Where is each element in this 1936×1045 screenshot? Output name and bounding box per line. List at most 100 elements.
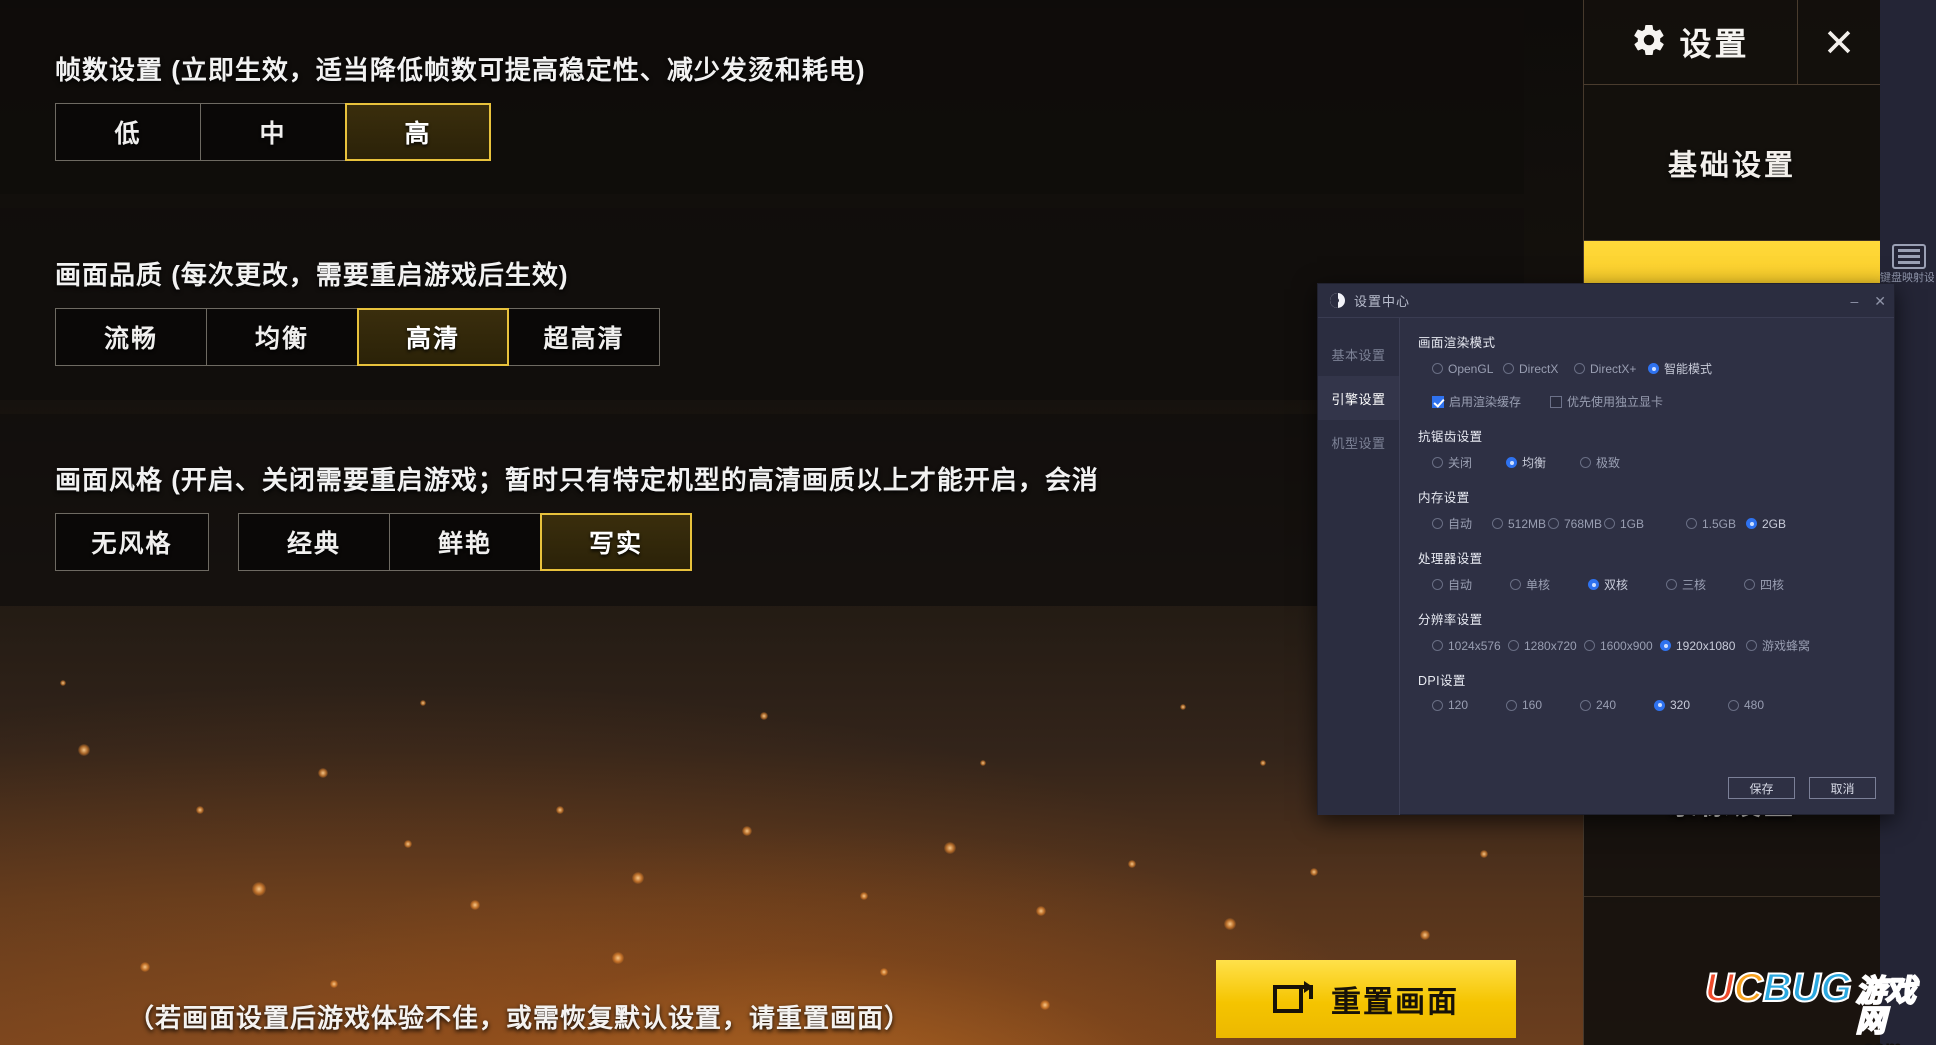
framerate-option-low[interactable]: 低 <box>55 103 201 161</box>
dpi-120[interactable]: 120 <box>1432 698 1506 712</box>
radio-dot <box>1744 579 1755 590</box>
radio-dot <box>1746 640 1757 651</box>
resolution-1024x576[interactable]: 1024x576 <box>1432 637 1508 654</box>
dialog-titlebar[interactable]: 设置中心 – ✕ <box>1318 284 1894 318</box>
quality-section: 画面品质 (每次更改，需要重启游戏后生效) 流畅 均衡 高清 超高清 <box>0 255 1524 366</box>
dialog-nav-device[interactable]: 机型设置 <box>1318 420 1399 464</box>
minimize-icon[interactable]: – <box>1850 294 1858 308</box>
option-label: DirectX <box>1519 361 1559 376</box>
style-option-none[interactable]: 无风格 <box>55 513 209 571</box>
antialias-group: 抗锯齿设置 关闭 均衡 极致 <box>1418 426 1878 471</box>
dpi-480[interactable]: 480 <box>1728 698 1788 712</box>
quality-option-uhd[interactable]: 超高清 <box>508 308 660 366</box>
memory-group: 内存设置 自动 512MB 768MB 1GB 1.5GB 2GB <box>1418 487 1878 532</box>
framerate-section-title: 帧数设置 (立即生效，适当降低帧数可提高稳定性、减少发烫和耗电) <box>55 55 866 85</box>
option-label: 优先使用独立显卡 <box>1567 395 1664 409</box>
cpu-title: 处理器设置 <box>1418 552 1483 566</box>
antialias-off[interactable]: 关闭 <box>1432 454 1506 471</box>
option-label: OpenGL <box>1448 361 1494 376</box>
option-label: 均衡 <box>1522 456 1547 470</box>
style-option-vivid[interactable]: 鲜艳 <box>389 513 541 571</box>
radio-dot <box>1588 579 1599 590</box>
radio-dot <box>1660 640 1671 651</box>
cpu-quad[interactable]: 四核 <box>1744 576 1804 593</box>
option-label: DirectX+ <box>1590 361 1637 376</box>
sidebar-item-basic[interactable]: 基础设置 <box>1584 85 1880 241</box>
resolution-1600x900[interactable]: 1600x900 <box>1584 637 1660 654</box>
reset-screen-label: 重置画面 <box>1331 986 1459 1019</box>
render-mode-smart[interactable]: 智能模式 <box>1648 360 1728 377</box>
dpi-240[interactable]: 240 <box>1580 698 1654 712</box>
render-mode-opengl[interactable]: OpenGL <box>1432 360 1503 377</box>
dialog-body: 基本设置 引擎设置 机型设置 画面渲染模式 OpenGL DirectX Dir… <box>1318 318 1894 815</box>
resolution-1280x720[interactable]: 1280x720 <box>1508 637 1584 654</box>
memory-title: 内存设置 <box>1418 491 1470 505</box>
quality-option-hd[interactable]: 高清 <box>357 308 509 366</box>
framerate-option-high[interactable]: 高 <box>345 103 491 161</box>
option-label: 768MB <box>1564 516 1603 531</box>
framerate-option-medium[interactable]: 中 <box>200 103 346 161</box>
memory-768mb[interactable]: 768MB <box>1548 515 1604 532</box>
cpu-single[interactable]: 单核 <box>1510 576 1588 593</box>
memory-2gb[interactable]: 2GB <box>1746 515 1798 532</box>
resolution-group: 分辨率设置 1024x576 1280x720 1600x900 1920x10… <box>1418 609 1878 654</box>
antialias-balanced[interactable]: 均衡 <box>1506 454 1580 471</box>
option-label: 启用渲染缓存 <box>1449 395 1522 409</box>
dpi-options: 120 160 240 320 480 <box>1418 698 1878 712</box>
option-label: 四核 <box>1760 578 1785 592</box>
reset-screen-icon <box>1273 979 1315 1020</box>
radio-dot <box>1548 518 1559 529</box>
dialog-window-controls: – ✕ <box>1850 294 1886 308</box>
sidebar-close-button[interactable] <box>1798 0 1880 84</box>
cpu-auto[interactable]: 自动 <box>1432 576 1510 593</box>
render-mode-directx[interactable]: DirectX <box>1503 360 1574 377</box>
render-mode-directx-plus[interactable]: DirectX+ <box>1574 360 1648 377</box>
dpi-320[interactable]: 320 <box>1654 698 1728 712</box>
memory-1-5gb[interactable]: 1.5GB <box>1686 515 1746 532</box>
memory-1gb[interactable]: 1GB <box>1604 515 1686 532</box>
radio-dot <box>1503 363 1514 374</box>
antialias-extreme[interactable]: 极致 <box>1580 454 1654 471</box>
option-label: 自动 <box>1448 517 1473 531</box>
keyboard-icon[interactable] <box>1892 244 1926 269</box>
resolution-1920x1080[interactable]: 1920x1080 <box>1660 637 1746 654</box>
close-icon[interactable]: ✕ <box>1874 294 1886 308</box>
dpi-title: DPI设置 <box>1418 674 1466 688</box>
memory-512mb[interactable]: 512MB <box>1492 515 1548 532</box>
cpu-triple[interactable]: 三核 <box>1666 576 1744 593</box>
checkbox-enable-render-cache[interactable]: 启用渲染缓存 <box>1432 393 1550 410</box>
render-mode-group: 画面渲染模式 OpenGL DirectX DirectX+ 智能模式 <box>1418 332 1878 377</box>
quality-option-balanced[interactable]: 均衡 <box>206 308 358 366</box>
framerate-options: 低 中 高 <box>55 103 1524 161</box>
gear-icon <box>1631 22 1667 63</box>
option-label: 自动 <box>1448 578 1473 592</box>
dialog-nav-engine[interactable]: 引擎设置 <box>1318 376 1399 420</box>
radio-dot <box>1432 640 1443 651</box>
radio-dot <box>1580 699 1591 711</box>
memory-auto[interactable]: 自动 <box>1432 515 1492 532</box>
style-option-classic[interactable]: 经典 <box>238 513 390 571</box>
checkbox-prefer-discrete-gpu[interactable]: 优先使用独立显卡 <box>1550 393 1663 410</box>
framerate-section: 帧数设置 (立即生效，适当降低帧数可提高稳定性、减少发烫和耗电) 低 中 高 <box>0 50 1524 161</box>
dialog-nav-basic[interactable]: 基本设置 <box>1318 332 1399 376</box>
dialog-title: 设置中心 <box>1354 294 1411 309</box>
cpu-dual[interactable]: 双核 <box>1588 576 1666 593</box>
radio-dot <box>1508 640 1519 651</box>
radio-dot <box>1432 579 1443 590</box>
radio-dot <box>1654 699 1665 711</box>
sidebar-title: 设置 <box>1679 26 1750 62</box>
radio-dot <box>1432 457 1443 468</box>
reset-screen-button[interactable]: 重置画面 <box>1216 960 1516 1038</box>
render-mode-title: 画面渲染模式 <box>1418 336 1496 350</box>
save-button[interactable]: 保存 <box>1728 777 1795 799</box>
quality-option-smooth[interactable]: 流畅 <box>55 308 207 366</box>
dpi-160[interactable]: 160 <box>1506 698 1580 712</box>
style-options: 无风格 经典 鲜艳 写实 <box>55 513 1524 571</box>
style-option-realistic[interactable]: 写实 <box>540 513 692 571</box>
option-label: 480 <box>1744 698 1765 712</box>
resolution-title: 分辨率设置 <box>1418 613 1483 627</box>
resolution-game-honeycomb[interactable]: 游戏蜂窝 <box>1746 637 1818 654</box>
radio-dot <box>1432 518 1443 529</box>
cancel-button[interactable]: 取消 <box>1809 777 1876 799</box>
dialog-actions: 保存 取消 <box>1728 777 1876 799</box>
